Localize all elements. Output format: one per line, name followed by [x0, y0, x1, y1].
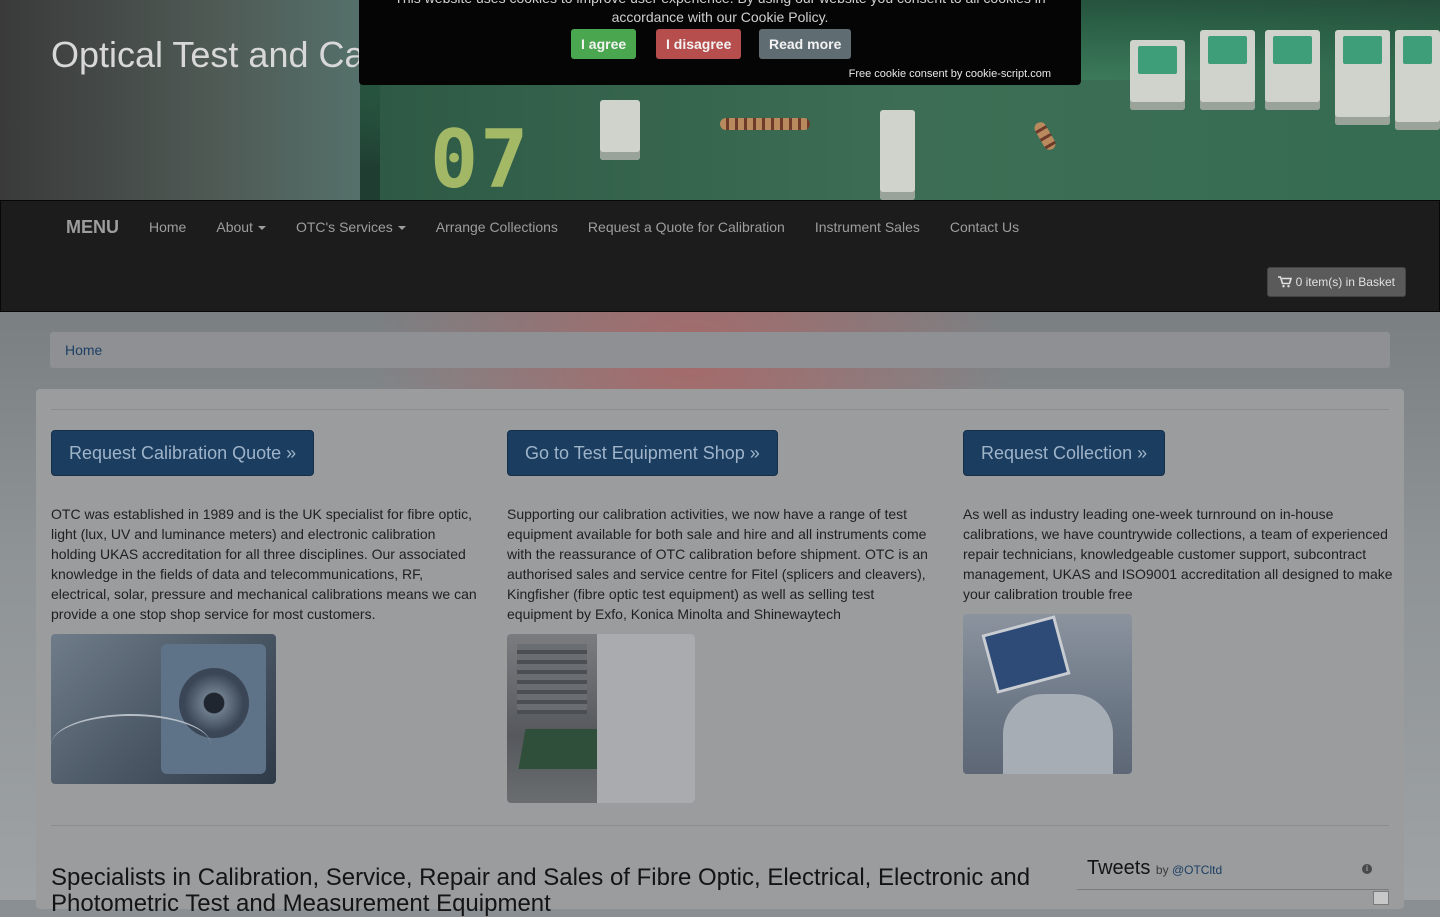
- caret-down-icon: [257, 226, 266, 231]
- nav-item-services[interactable]: OTC's Services: [296, 219, 406, 235]
- component-graphic: [1200, 30, 1255, 110]
- nav-item-contact-us[interactable]: Contact Us: [950, 219, 1019, 235]
- technician-repair-photo[interactable]: [507, 634, 695, 803]
- caret-down-icon: [397, 226, 406, 231]
- nav-item-label: Arrange Collections: [435, 219, 558, 235]
- basket-button[interactable]: 0 item(s) in Basket: [1266, 267, 1406, 297]
- column-text: Supporting our calibration activities, w…: [507, 506, 928, 622]
- column-collection: Request Collection » As well as industry…: [963, 430, 1393, 774]
- scrollbar-up-arrow[interactable]: [1373, 891, 1389, 905]
- request-collection-button[interactable]: Request Collection »: [963, 430, 1166, 476]
- component-graphic: [600, 100, 640, 160]
- component-graphic: [1265, 30, 1320, 110]
- site-title[interactable]: Optical Test and Ca: [51, 34, 365, 76]
- tweets-divider: [1077, 889, 1389, 890]
- basket-label: 0 item(s) in Basket: [1295, 275, 1395, 289]
- column-text: As well as industry leading one-week tur…: [963, 506, 1393, 602]
- tweets-title: Tweets: [1087, 857, 1151, 879]
- nav-item-label: OTC's Services: [295, 219, 393, 235]
- cookie-credit-label: Free cookie consent by: [848, 68, 966, 80]
- nav-item-label: Request a Quote for Calibration: [587, 219, 785, 235]
- calibration-photo[interactable]: [51, 634, 276, 784]
- info-icon[interactable]: i: [1362, 864, 1372, 874]
- navbar-brand-menu[interactable]: MENU: [66, 217, 119, 238]
- column-calibration: Request Calibration Quote » OTC was esta…: [51, 430, 481, 784]
- banner-photo-left: [0, 0, 360, 200]
- component-graphic: [1395, 30, 1440, 130]
- component-graphic: [1335, 30, 1390, 125]
- cookie-read-more-button[interactable]: Read more: [759, 29, 852, 59]
- nav-item-label: Contact Us: [949, 219, 1020, 235]
- nav-item-arrange-collections[interactable]: Arrange Collections: [436, 219, 558, 235]
- nav-item-home[interactable]: Home: [149, 219, 186, 235]
- divider: [51, 825, 1389, 826]
- cookie-disagree-button[interactable]: I disagree: [656, 29, 742, 59]
- main-content-panel: Request Calibration Quote » OTC was esta…: [36, 389, 1404, 917]
- component-graphic: [880, 110, 915, 200]
- nav-item-instrument-sales[interactable]: Instrument Sales: [815, 219, 920, 235]
- nav-item-request-quote[interactable]: Request a Quote for Calibration: [588, 219, 785, 235]
- lab-computer-photo[interactable]: [963, 614, 1132, 774]
- nav-item-label: Instrument Sales: [814, 219, 920, 235]
- cookie-script-link[interactable]: cookie-script.com: [965, 68, 1051, 80]
- seven-segment-display-graphic: 07: [430, 113, 531, 200]
- test-equipment-shop-button[interactable]: Go to Test Equipment Shop »: [507, 430, 778, 476]
- tweets-by-label: by: [1155, 863, 1172, 877]
- nav-item-label: About: [216, 219, 253, 235]
- cookie-consent-bar: This website uses cookies to improve use…: [359, 0, 1081, 85]
- breadcrumb-home-link[interactable]: Home: [65, 342, 102, 358]
- nav-items: Home About OTC's Services Arrange Collec…: [149, 219, 1049, 235]
- nav-item-label: Home: [149, 219, 187, 235]
- cookie-agree-button[interactable]: I agree: [571, 29, 637, 59]
- column-shop: Go to Test Equipment Shop » Supporting o…: [507, 430, 937, 803]
- resistor-graphic: [720, 118, 810, 130]
- page-headline: Specialists in Calibration, Service, Rep…: [51, 864, 1031, 917]
- shopping-cart-icon: [1277, 276, 1292, 288]
- request-calibration-quote-button[interactable]: Request Calibration Quote »: [51, 430, 315, 476]
- breadcrumb: Home: [50, 332, 1390, 368]
- cookie-credit: Free cookie consent by cookie-script.com: [849, 68, 1051, 80]
- column-text: OTC was established in 1989 and is the U…: [51, 506, 477, 622]
- tweets-header: Tweets by @OTCltd: [1087, 857, 1222, 880]
- cookie-message: This website uses cookies to improve use…: [394, 0, 1045, 25]
- main-navbar: MENU Home About OTC's Services Arrange C…: [0, 200, 1440, 312]
- nav-item-about[interactable]: About: [216, 219, 266, 235]
- tweets-by: by @OTCltd: [1156, 863, 1222, 877]
- twitter-handle-link[interactable]: @OTCltd: [1172, 863, 1222, 877]
- component-graphic: [1130, 40, 1185, 110]
- divider: [51, 409, 1389, 410]
